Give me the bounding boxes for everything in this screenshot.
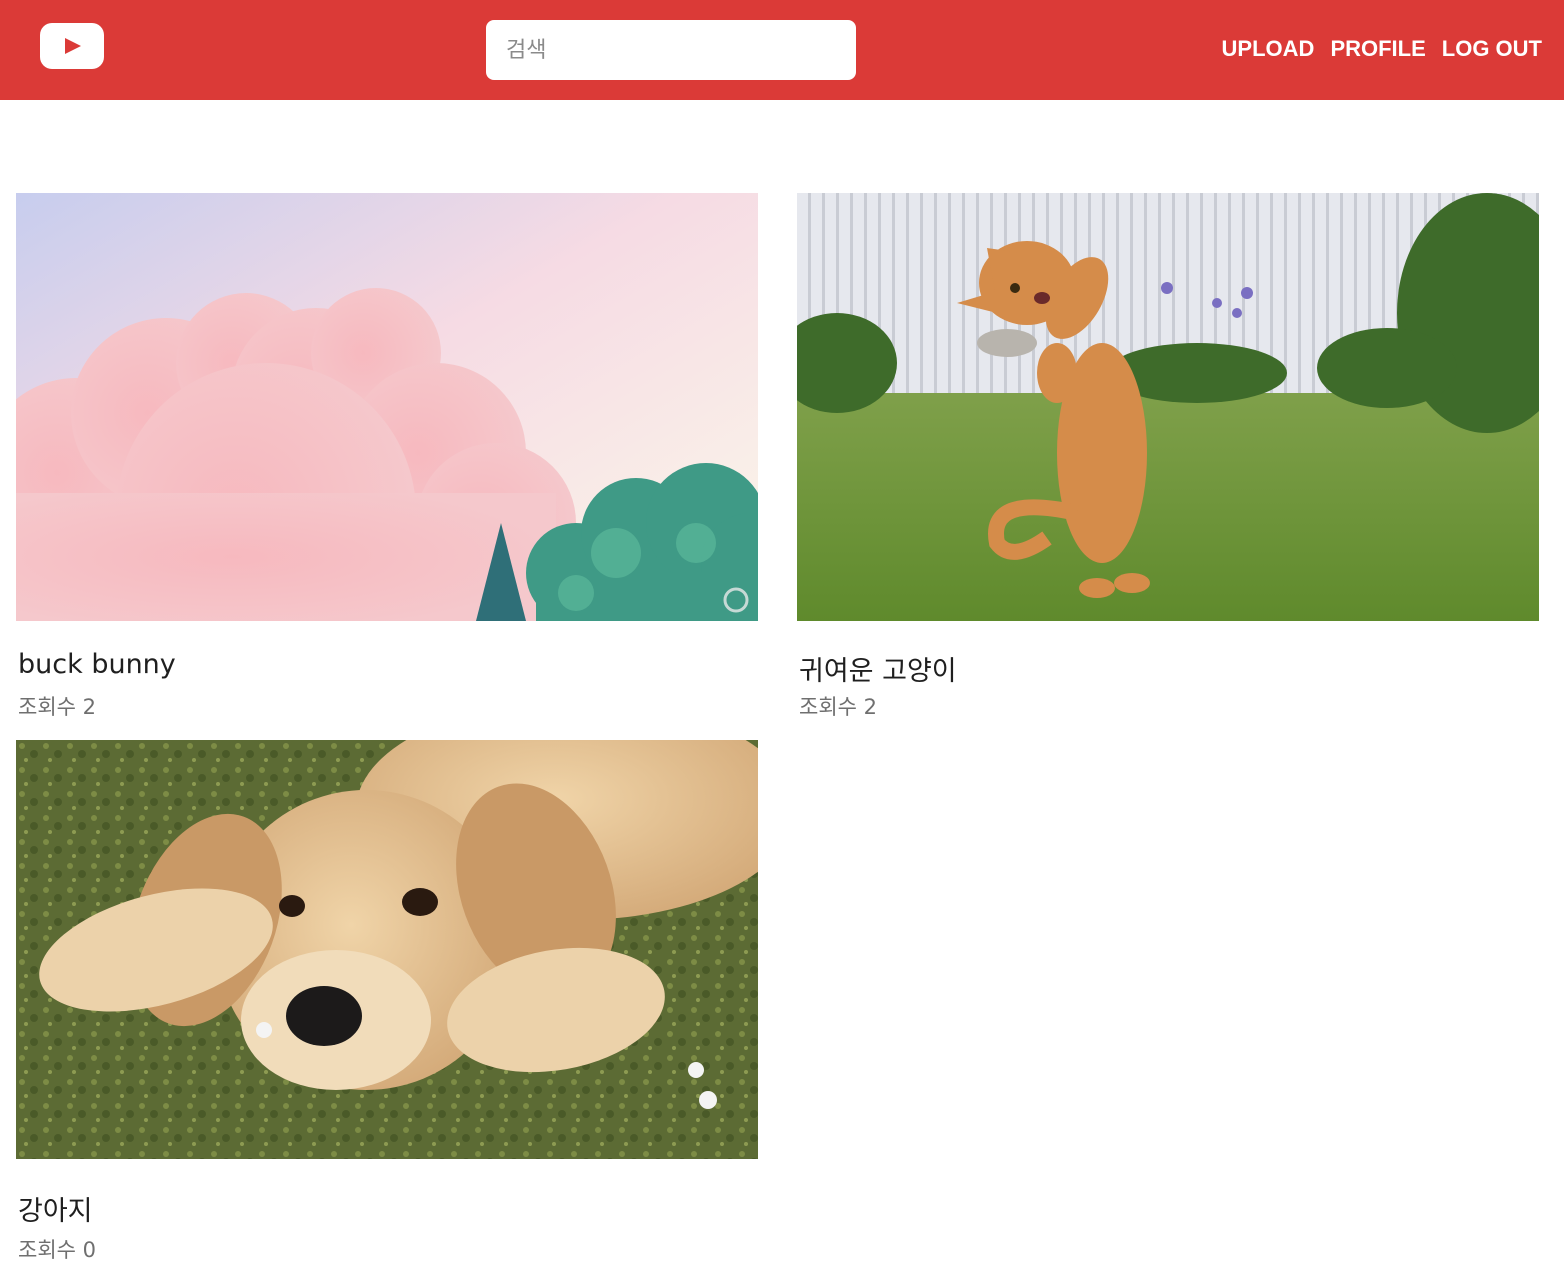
video-card[interactable]: buck bunny 조회수 2 [16,193,758,719]
video-thumbnail[interactable] [16,193,758,621]
search-input[interactable] [486,20,856,80]
video-title[interactable]: buck bunny [18,649,176,680]
video-title[interactable]: 강아지 [18,1189,93,1228]
profile-link[interactable]: PROFILE [1330,33,1425,65]
video-card[interactable]: 귀여운 고양이 조회수 2 [797,193,1539,719]
top-nav: UPLOAD PROFILE LOG OUT [1222,33,1542,65]
view-count: 조회수 2 [18,695,96,719]
view-count: 조회수 2 [799,695,877,719]
video-title[interactable]: 귀여운 고양이 [799,649,957,688]
youtube-logo-icon[interactable] [40,23,104,69]
play-icon [65,38,81,54]
video-thumbnail[interactable] [797,193,1539,621]
video-card[interactable]: 강아지 조회수 0 [16,740,758,1262]
logout-link[interactable]: LOG OUT [1442,33,1542,65]
view-count: 조회수 0 [18,1238,96,1262]
top-bar: UPLOAD PROFILE LOG OUT [0,0,1564,100]
video-thumbnail[interactable] [16,740,758,1159]
upload-link[interactable]: UPLOAD [1222,33,1315,65]
